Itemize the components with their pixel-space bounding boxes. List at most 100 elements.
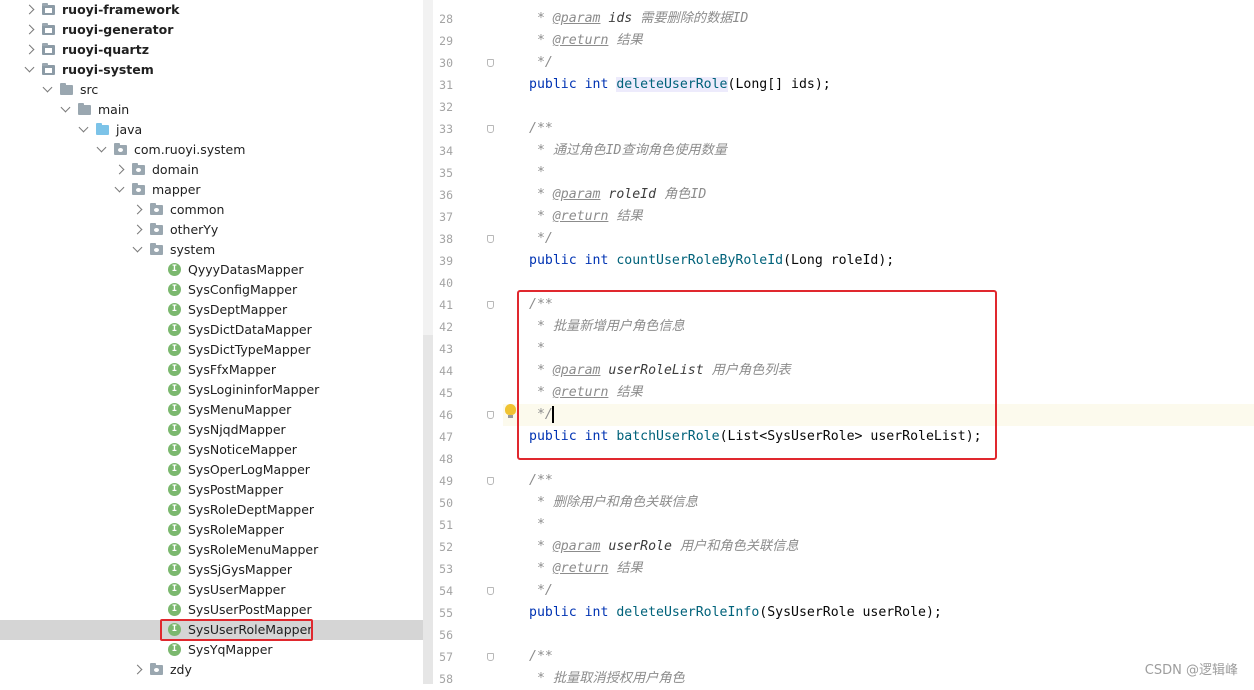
tree-item[interactable]: I SysLogininforMapper <box>0 380 423 400</box>
tree-item[interactable]: I SysDeptMapper <box>0 300 423 320</box>
code-line[interactable]: * @param userRole 用户和角色关联信息 <box>503 536 1254 558</box>
tree-item[interactable]: I SysMenuMapper <box>0 400 423 420</box>
line-number: 33 <box>439 122 453 136</box>
tree-item[interactable]: I SysDictTypeMapper <box>0 340 423 360</box>
chevron-right-icon[interactable] <box>24 24 35 35</box>
code-line[interactable]: public int countUserRoleByRoleId(Long ro… <box>503 250 1254 272</box>
code-line[interactable]: */ <box>503 580 1254 602</box>
tree-item[interactable]: I SysYqMapper <box>0 640 423 660</box>
code-line[interactable]: */ <box>503 52 1254 74</box>
tree-item[interactable]: ruoyi-quartz <box>0 40 423 60</box>
code-token: (Long[] ids); <box>727 77 831 92</box>
code-line[interactable] <box>503 96 1254 118</box>
code-line[interactable]: * @param roleId 角色ID <box>503 184 1254 206</box>
tree-item[interactable]: zdy <box>0 660 423 680</box>
fold-marker-icon[interactable] <box>487 477 494 485</box>
line-number: 41 <box>439 298 453 312</box>
tree-item[interactable]: I SysPostMapper <box>0 480 423 500</box>
interface-icon: I <box>168 423 181 436</box>
code-line[interactable]: /** <box>503 646 1254 668</box>
project-tree-scrollbar[interactable] <box>423 0 433 684</box>
code-line[interactable]: * @return 结果 <box>503 30 1254 52</box>
code-line[interactable]: * @param ids 需要删除的数据ID <box>503 8 1254 30</box>
code-text: */ <box>529 52 553 74</box>
code-line[interactable] <box>503 624 1254 646</box>
code-text: * <box>529 514 545 536</box>
fold-marker-icon[interactable] <box>487 59 494 67</box>
chevron-right-icon[interactable] <box>24 4 35 15</box>
fold-marker-icon[interactable] <box>487 301 494 309</box>
code-line[interactable]: * 批量取消授权用户角色 <box>503 668 1254 690</box>
tree-item[interactable]: otherYy <box>0 220 423 240</box>
fold-marker-icon[interactable] <box>487 235 494 243</box>
tree-item[interactable]: I SysDictDataMapper <box>0 320 423 340</box>
tree-item-label: SysNoticeMapper <box>188 442 297 457</box>
code-line[interactable]: * <box>503 514 1254 536</box>
code-line[interactable]: /** <box>503 118 1254 140</box>
chevron-down-icon[interactable] <box>24 62 35 73</box>
code-line[interactable]: public int deleteUserRole(Long[] ids); <box>503 74 1254 96</box>
tree-item[interactable]: common <box>0 200 423 220</box>
fold-marker-icon[interactable] <box>487 125 494 133</box>
fold-marker-icon[interactable] <box>487 411 494 419</box>
code-line[interactable]: * 通过角色ID查询角色使用数量 <box>503 140 1254 162</box>
code-token: * <box>529 561 553 576</box>
chevron-right-icon[interactable] <box>24 44 35 55</box>
chevron-down-icon[interactable] <box>132 242 143 253</box>
chevron-right-icon[interactable] <box>132 664 143 675</box>
code-text: * 批量取消授权用户角色 <box>529 668 685 690</box>
lightbulb-icon[interactable] <box>505 404 516 418</box>
tree-item[interactable]: system <box>0 240 423 260</box>
tree-item[interactable]: src <box>0 80 423 100</box>
tree-item[interactable]: java <box>0 120 423 140</box>
tree-item[interactable]: domain <box>0 160 423 180</box>
fold-marker-icon[interactable] <box>487 587 494 595</box>
code-line[interactable]: public int deleteUserRoleInfo(SysUserRol… <box>503 602 1254 624</box>
tree-item[interactable]: ruoyi-generator <box>0 20 423 40</box>
chevron-down-icon[interactable] <box>114 182 125 193</box>
interface-icon: I <box>168 303 181 316</box>
tree-item[interactable]: I QyyyDatasMapper <box>0 260 423 280</box>
chevron-right-icon[interactable] <box>132 224 143 235</box>
line-number: 52 <box>439 540 453 554</box>
tree-item[interactable]: I SysNoticeMapper <box>0 440 423 460</box>
line-number: 35 <box>439 166 453 180</box>
code-highlight-box <box>517 290 997 460</box>
code-token: /** <box>529 473 553 488</box>
chevron-right-icon[interactable] <box>132 204 143 215</box>
code-line[interactable]: * @return 结果 <box>503 558 1254 580</box>
chevron-right-icon[interactable] <box>114 164 125 175</box>
code-line[interactable]: */ <box>503 228 1254 250</box>
chevron-down-icon[interactable] <box>60 102 71 113</box>
tree-item[interactable]: I SysOperLogMapper <box>0 460 423 480</box>
line-number: 54 <box>439 584 453 598</box>
tree-item[interactable]: I SysUserMapper <box>0 580 423 600</box>
tree-item[interactable]: I SysFfxMapper <box>0 360 423 380</box>
tree-item[interactable]: I SysConfigMapper <box>0 280 423 300</box>
project-tree-scrollbar-thumb[interactable] <box>423 335 433 684</box>
chevron-down-icon[interactable] <box>42 82 53 93</box>
tree-item[interactable]: I SysUserPostMapper <box>0 600 423 620</box>
code-line[interactable]: /** <box>503 470 1254 492</box>
chevron-down-icon[interactable] <box>78 122 89 133</box>
code-token: int <box>584 605 617 620</box>
chevron-down-icon[interactable] <box>96 142 107 153</box>
tree-item[interactable]: mapper <box>0 180 423 200</box>
tree-item[interactable]: I SysRoleMenuMapper <box>0 540 423 560</box>
tree-item[interactable]: ruoyi-system <box>0 60 423 80</box>
fold-marker-icon[interactable] <box>487 653 494 661</box>
tree-item[interactable]: I SysRoleMapper <box>0 520 423 540</box>
tree-item[interactable]: com.ruoyi.system <box>0 140 423 160</box>
code-line[interactable]: * 删除用户和角色关联信息 <box>503 492 1254 514</box>
code-line[interactable]: * <box>503 162 1254 184</box>
tree-item[interactable]: main <box>0 100 423 120</box>
line-number: 45 <box>439 386 453 400</box>
tree-item[interactable]: ruoyi-framework <box>0 0 423 20</box>
tree-item[interactable]: I SysRoleDeptMapper <box>0 500 423 520</box>
line-number: 42 <box>439 320 453 334</box>
tree-item[interactable]: I SysSjGysMapper <box>0 560 423 580</box>
tree-item[interactable]: I SysNjqdMapper <box>0 420 423 440</box>
code-line[interactable]: * @return 结果 <box>503 206 1254 228</box>
interface-icon: I <box>168 523 181 536</box>
code-token: * 通过角色ID查询角色使用数量 <box>529 143 727 158</box>
